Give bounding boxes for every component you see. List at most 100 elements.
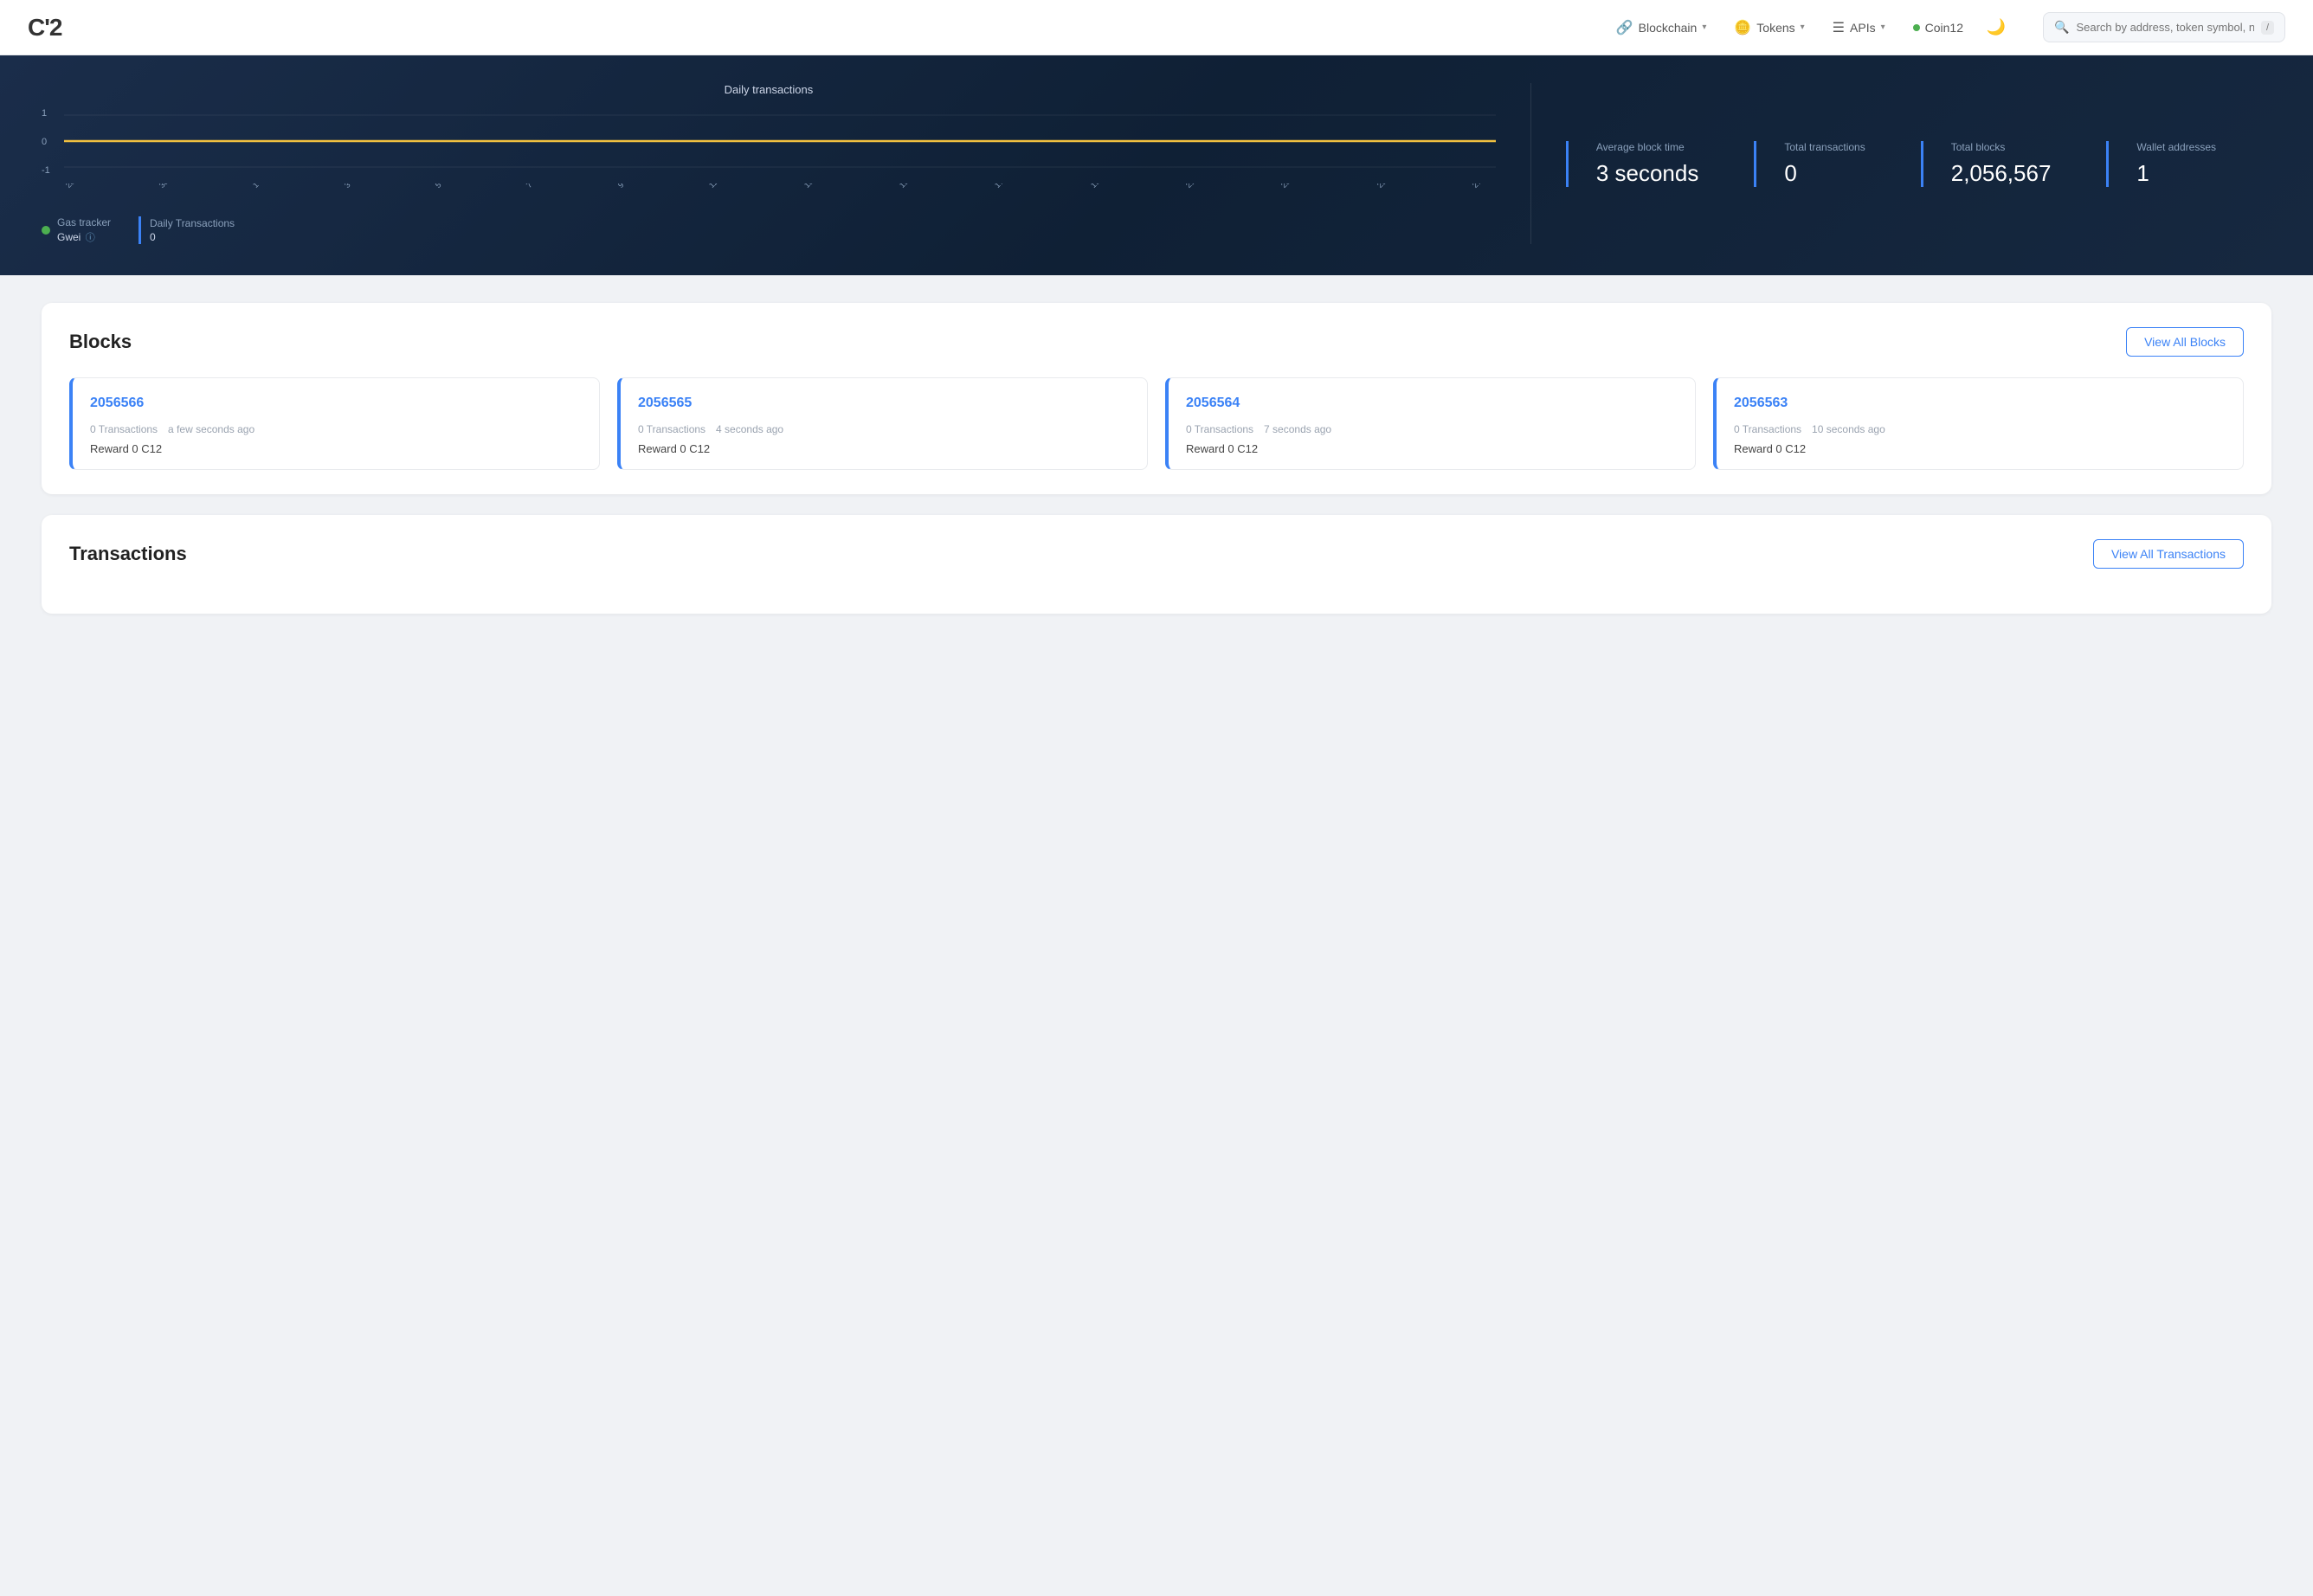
stat-avg-block-time-label: Average block time	[1596, 141, 1699, 153]
blocks-grid: 2056566 0 Transactions a few seconds ago…	[69, 377, 2244, 470]
block-reward: Reward 0 C12	[638, 442, 1130, 455]
block-number[interactable]: 2056564	[1186, 396, 1678, 411]
stat-total-blocks-label: Total blocks	[1951, 141, 2052, 153]
block-card: 2056564 0 Transactions 7 seconds ago Rew…	[1165, 377, 1696, 470]
token-icon: 🪙	[1734, 19, 1751, 36]
stat-avg-block-time: Average block time 3 seconds	[1566, 141, 1727, 187]
x-label: 21 Nov	[1184, 183, 1208, 190]
nav-apis-label: APIs	[1850, 21, 1876, 35]
search-icon: 🔍	[2054, 20, 2069, 35]
block-reward: Reward 0 C12	[90, 442, 582, 455]
stat-wallet-addresses: Wallet addresses 1	[2106, 141, 2244, 187]
block-time: a few seconds ago	[168, 423, 254, 435]
block-meta: 0 Transactions 4 seconds ago	[638, 423, 1130, 435]
x-label: 9 Nov	[616, 183, 637, 190]
x-label: 17 Nov	[993, 183, 1016, 190]
block-card: 2056566 0 Transactions a few seconds ago…	[69, 377, 600, 470]
logo-text: C'2	[28, 14, 61, 42]
block-card: 2056563 0 Transactions 10 seconds ago Re…	[1713, 377, 2244, 470]
chevron-down-icon: ▾	[1881, 23, 1885, 32]
nav-apis[interactable]: ☰ APIs ▾	[1822, 12, 1896, 43]
block-meta: 0 Transactions 7 seconds ago	[1186, 423, 1678, 435]
block-number[interactable]: 2056566	[90, 396, 582, 411]
chart-svg	[64, 106, 1496, 176]
navbar: C'2 🔗 Blockchain ▾ 🪙 Tokens ▾ ☰ APIs ▾ C…	[0, 0, 2313, 55]
transactions-section-card: Transactions View All Transactions	[42, 515, 2271, 614]
x-label: 28 Oct	[64, 183, 87, 190]
nav-tokens-label: Tokens	[1756, 21, 1794, 35]
block-tx-count: 0 Transactions	[1734, 423, 1801, 435]
blocks-title: Blocks	[69, 331, 132, 353]
nav-links: 🔗 Blockchain ▾ 🪙 Tokens ▾ ☰ APIs ▾ Coin1…	[1606, 12, 2022, 43]
stat-total-blocks: Total blocks 2,056,567	[1921, 141, 2079, 187]
daily-tx-label: Daily Transactions	[150, 217, 235, 229]
info-icon: ⓘ	[86, 233, 95, 243]
y-axis-label-0: 0	[42, 137, 50, 147]
stat-avg-block-time-value: 3 seconds	[1596, 160, 1699, 187]
block-tx-count: 0 Transactions	[90, 423, 158, 435]
gas-tracker-value: Gwei ⓘ	[57, 230, 111, 244]
menu-icon: ☰	[1833, 19, 1845, 36]
stat-total-blocks-value: 2,056,567	[1951, 160, 2052, 187]
view-all-blocks-button[interactable]: View All Blocks	[2126, 327, 2244, 357]
block-time: 7 seconds ago	[1264, 423, 1331, 435]
block-tx-count: 0 Transactions	[1186, 423, 1253, 435]
search-input[interactable]	[2076, 21, 2254, 34]
transactions-title: Transactions	[69, 543, 187, 565]
dark-mode-button[interactable]: 🌙	[1981, 12, 2012, 43]
daily-tx-info: Daily Transactions 0	[150, 217, 235, 243]
y-axis-label-neg1: -1	[42, 165, 50, 176]
chart-title: Daily transactions	[42, 83, 1496, 96]
block-reward: Reward 0 C12	[1186, 442, 1678, 455]
x-label: 1 Nov	[251, 183, 272, 190]
search-shortcut: /	[2261, 21, 2274, 35]
stat-total-transactions: Total transactions 0	[1754, 141, 1892, 187]
daily-tx-legend: Daily Transactions 0	[139, 216, 235, 244]
nav-blockchain[interactable]: 🔗 Blockchain ▾	[1606, 12, 1717, 43]
transactions-section-header: Transactions View All Transactions	[69, 539, 2244, 569]
block-meta: 0 Transactions a few seconds ago	[90, 423, 582, 435]
x-label: 19 Nov	[1089, 183, 1112, 190]
x-label: 13 Nov	[802, 183, 826, 190]
chart-section: Daily transactions 1 0 -1 28 Oct 30	[42, 83, 1530, 244]
gas-tracker-legend: Gas tracker Gwei ⓘ	[42, 216, 111, 244]
block-reward: Reward 0 C12	[1734, 442, 2226, 455]
gas-tracker-info: Gas tracker Gwei ⓘ	[57, 216, 111, 244]
block-number[interactable]: 2056563	[1734, 396, 2226, 411]
nav-tokens[interactable]: 🪙 Tokens ▾	[1723, 12, 1814, 43]
coin-status-dot	[1913, 24, 1920, 31]
block-meta: 0 Transactions 10 seconds ago	[1734, 423, 2226, 435]
x-label: 23 Nov	[1279, 183, 1303, 190]
x-label: 27 Nov	[1471, 183, 1494, 190]
gas-tracker-label: Gas tracker	[57, 216, 111, 228]
hero-section: Daily transactions 1 0 -1 28 Oct 30	[0, 55, 2313, 275]
y-axis-label-1: 1	[42, 108, 50, 119]
view-all-transactions-button[interactable]: View All Transactions	[2093, 539, 2244, 569]
block-number[interactable]: 2056565	[638, 396, 1130, 411]
x-label: 3 Nov	[343, 183, 364, 190]
x-label: 25 Nov	[1376, 183, 1399, 190]
x-label: 15 Nov	[898, 183, 921, 190]
block-time: 4 seconds ago	[716, 423, 783, 435]
chart-legend: Gas tracker Gwei ⓘ Daily Transactions 0	[42, 216, 1496, 244]
x-label: 11 Nov	[707, 183, 731, 190]
blocks-section-header: Blocks View All Blocks	[69, 327, 2244, 357]
logo[interactable]: C'2	[28, 14, 61, 42]
gas-tracker-dot	[42, 226, 50, 235]
search-bar[interactable]: 🔍 /	[2043, 12, 2285, 42]
nav-blockchain-label: Blockchain	[1639, 21, 1698, 35]
blocks-section-card: Blocks View All Blocks 2056566 0 Transac…	[42, 303, 2271, 494]
x-label: 5 Nov	[434, 183, 454, 190]
x-label: 7 Nov	[525, 183, 545, 190]
link-icon: 🔗	[1616, 19, 1633, 36]
chevron-down-icon: ▾	[1702, 23, 1706, 32]
coin-badge: Coin12	[1903, 14, 1974, 42]
stat-total-tx-label: Total transactions	[1784, 141, 1865, 153]
stat-total-tx-value: 0	[1784, 160, 1865, 187]
stat-wallet-value: 1	[2136, 160, 2216, 187]
chevron-down-icon: ▾	[1801, 23, 1805, 32]
stats-section: Average block time 3 seconds Total trans…	[1530, 83, 2271, 244]
main-content: Blocks View All Blocks 2056566 0 Transac…	[0, 275, 2313, 662]
block-time: 10 seconds ago	[1812, 423, 1885, 435]
block-card: 2056565 0 Transactions 4 seconds ago Rew…	[617, 377, 1148, 470]
